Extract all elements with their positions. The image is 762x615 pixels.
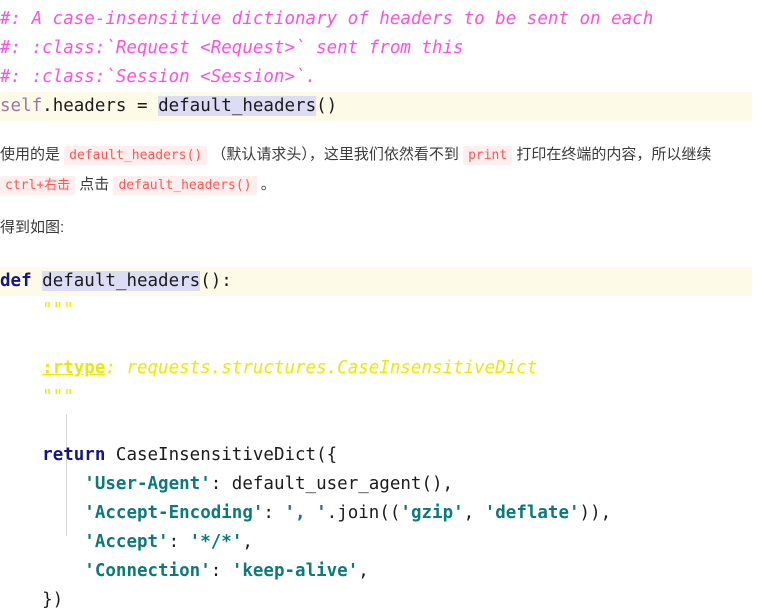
code-token-docstring: : requests.structures.CaseInsensitiveDic…	[105, 358, 538, 378]
code-token-keyword: return	[42, 445, 106, 465]
code-line[interactable]	[0, 325, 762, 354]
code-line[interactable]: """	[0, 383, 762, 412]
code-line[interactable]: 'Accept': '*/*',	[0, 528, 762, 557]
code-token-string: 'gzip'	[400, 503, 464, 523]
code-token-plain: ,	[358, 561, 369, 581]
code-token-plain: : default_user_agent(),	[210, 474, 454, 494]
inline-code: ctrl+右击	[0, 176, 76, 195]
prose-text: 使用的是	[0, 146, 65, 163]
code-line[interactable]: def default_headers():	[0, 267, 762, 296]
code-token-string: 'keep-alive'	[231, 561, 359, 581]
code-token-selected-symbol: default_headers	[158, 96, 317, 116]
code-token-plain: })	[0, 590, 64, 610]
code-token-selected-symbol: default_headers	[42, 271, 201, 291]
prose-text: 得到如图:	[0, 219, 65, 236]
inline-code: default_headers()	[64, 146, 208, 165]
code-token-plain: ,	[463, 503, 485, 523]
code-token-plain: :	[168, 532, 190, 552]
code-token-string: '*/*'	[189, 532, 243, 552]
code-token-plain: CaseInsensitiveDict({	[105, 445, 338, 465]
code-block-session-headers[interactable]: #: A case-insensitive dictionary of head…	[0, 5, 762, 121]
code-line[interactable]	[0, 412, 762, 441]
code-token-string: 'User-Agent'	[84, 474, 211, 494]
code-line[interactable]: #: :class:`Session <Session>`.	[0, 63, 762, 92]
code-line[interactable]: #: :class:`Request <Request>` sent from …	[0, 34, 762, 63]
code-line[interactable]: 'User-Agent': default_user_agent(),	[0, 470, 762, 499]
code-line[interactable]: self.headers = default_headers()	[0, 92, 762, 121]
code-token-comment: #: :class:`Session <Session>`.	[0, 67, 317, 87]
prose-text: 。	[256, 176, 276, 193]
code-token-plain: .join((	[326, 503, 401, 523]
code-token-plain: )),	[579, 503, 612, 523]
code-token-comment: #: :class:`Request <Request>` sent from …	[0, 38, 464, 58]
inline-code: print	[463, 146, 513, 165]
paragraph-explanation: 使用的是 default_headers() （默认请求头），这里我们依然看不到…	[0, 140, 762, 200]
code-token-comment: #: A case-insensitive dictionary of head…	[0, 9, 654, 29]
prose-text: 打印在终端的内容，所以继续	[512, 146, 712, 163]
code-token-plain: ,	[242, 532, 253, 552]
code-line[interactable]: })	[0, 586, 762, 615]
code-token-string: ', '	[284, 503, 327, 523]
code-token-docstring-quote: """	[0, 300, 74, 320]
code-token-string: 'Accept'	[84, 532, 169, 552]
code-line[interactable]: 'Connection': 'keep-alive',	[0, 557, 762, 586]
code-line[interactable]: return CaseInsensitiveDict({	[0, 441, 762, 470]
code-block-default-headers[interactable]: def default_headers(): """ :rtype: reque…	[0, 267, 762, 615]
prose-text: （默认请求头），这里我们依然看不到	[207, 146, 464, 163]
code-token-rtype-field: :rtype	[42, 358, 106, 378]
code-token-keyword: def	[0, 271, 32, 291]
code-line[interactable]: #: A case-insensitive dictionary of head…	[0, 5, 762, 34]
prose-text: 点击	[75, 176, 114, 193]
inline-code: default_headers()	[113, 176, 257, 195]
code-token-string: 'Connection'	[84, 561, 211, 581]
code-token-self-keyword: self	[0, 96, 43, 116]
code-token-plain: ():	[200, 271, 232, 291]
code-token-plain: ()	[316, 96, 338, 116]
code-token-docstring-quote: """	[0, 387, 74, 407]
code-token-string: 'Accept-Encoding'	[84, 503, 264, 523]
code-token-string: 'deflate'	[484, 503, 580, 523]
code-line[interactable]: """	[0, 296, 762, 325]
code-token-plain: :	[210, 561, 232, 581]
code-token-plain: .headers =	[42, 96, 159, 116]
paragraph-result-caption: 得到如图:	[0, 213, 762, 242]
code-line[interactable]: :rtype: requests.structures.CaseInsensit…	[0, 354, 762, 383]
code-token-plain: :	[263, 503, 285, 523]
code-line[interactable]: 'Accept-Encoding': ', '.join(('gzip', 'd…	[0, 499, 762, 528]
